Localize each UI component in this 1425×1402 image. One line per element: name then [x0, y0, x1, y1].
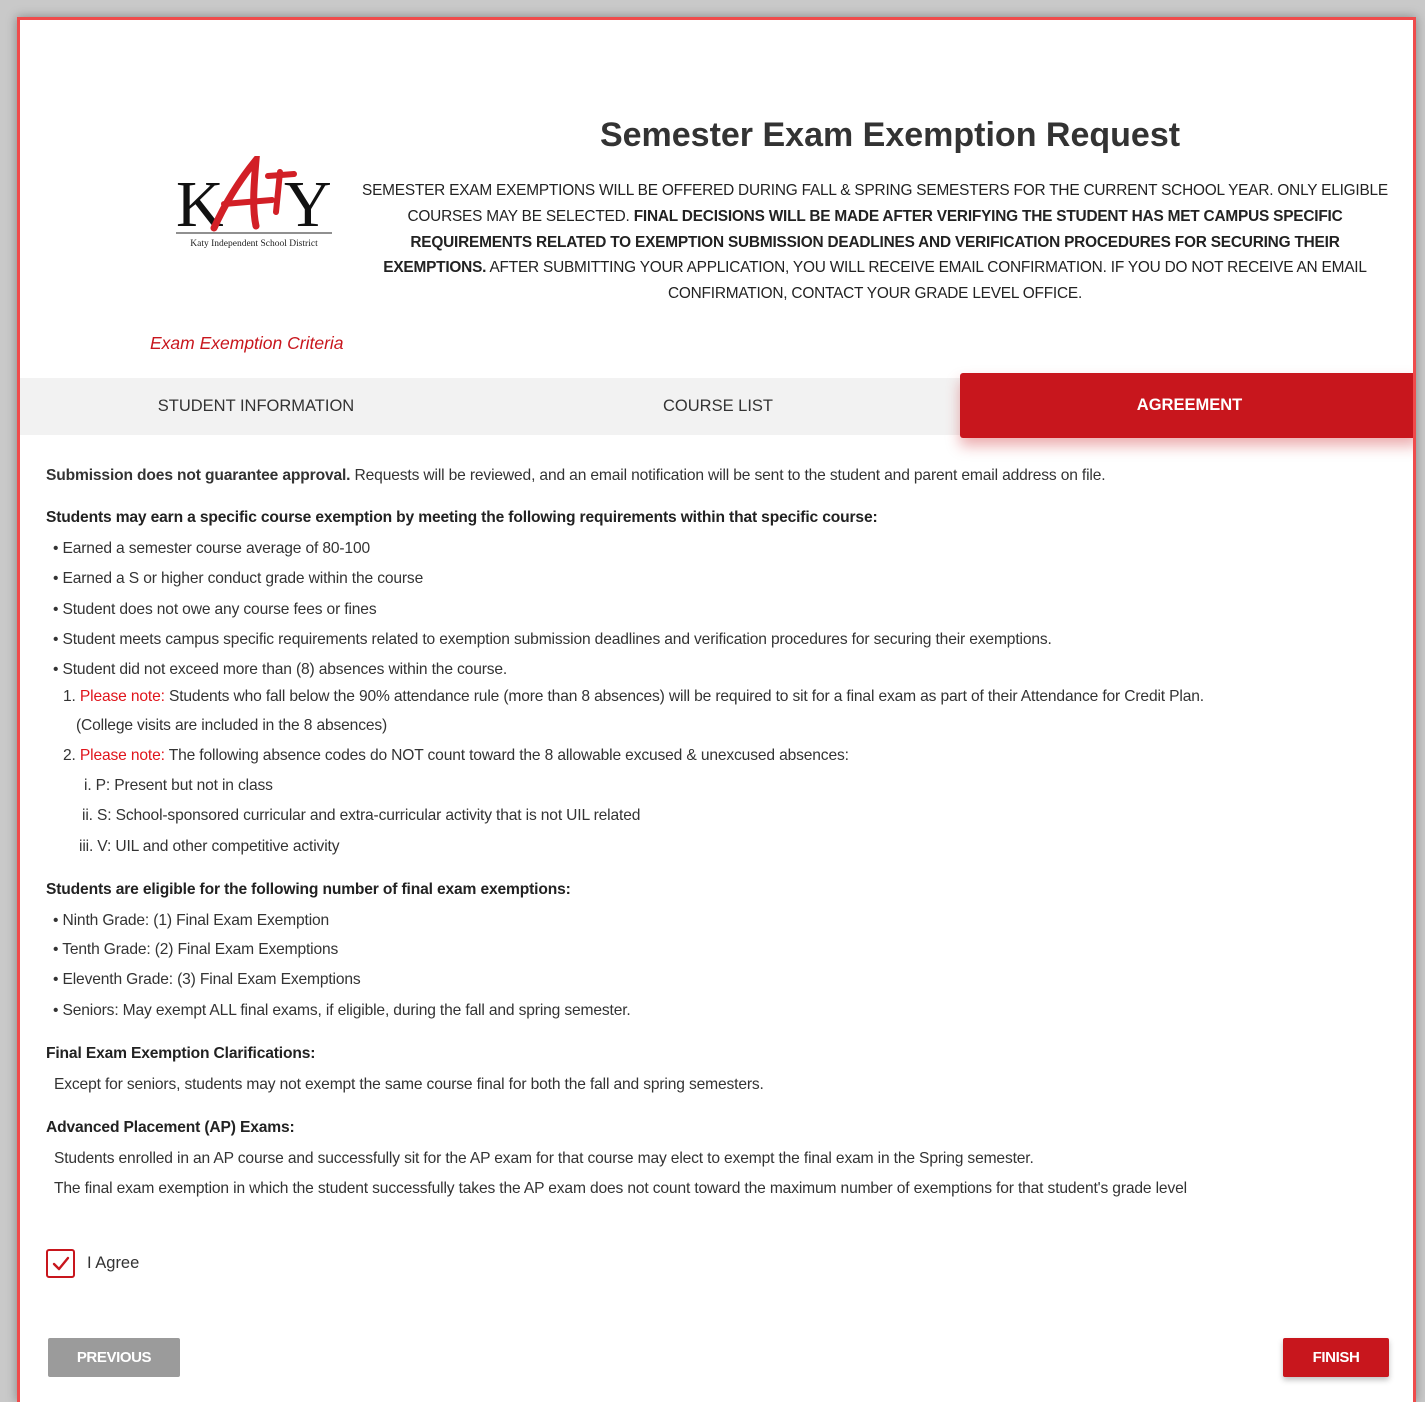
note-1-number: 1.: [63, 688, 80, 706]
requirement-item: • Student did not exceed more than (8) a…: [53, 661, 508, 679]
agree-checkbox[interactable]: [46, 1249, 75, 1278]
eligibility-item: • Eleventh Grade: (3) Final Exam Exempti…: [53, 971, 361, 989]
requirements-heading: Students may earn a specific course exem…: [46, 509, 878, 526]
note-1: 1. Please note: Students who fall below …: [46, 682, 1396, 713]
intro-text: SEMESTER EXAM EXEMPTIONS WILL BE OFFERED…: [362, 178, 1388, 307]
previous-button[interactable]: PREVIOUS: [48, 1338, 180, 1377]
disclaimer-bold: Submission does not guarantee approval.: [46, 467, 351, 484]
eligibility-item: • Seniors: May exempt ALL final exams, i…: [53, 1001, 631, 1019]
page-title: Semester Exam Exemption Request: [599, 116, 1181, 154]
requirement-item: • Earned a S or higher conduct grade wit…: [53, 570, 424, 588]
note-1-label: Please note:: [79, 688, 165, 706]
requirement-item: • Student meets campus specific requirem…: [53, 630, 1052, 648]
finish-button[interactable]: FINISH: [1283, 1338, 1389, 1377]
note-2-label: Please note:: [79, 747, 165, 765]
disclaimer-text: Requests will be reviewed, and an email …: [350, 467, 1106, 484]
agree-checkbox-row: I Agree: [46, 1249, 139, 1278]
disclaimer: Submission does not guarantee approval. …: [46, 466, 1396, 486]
ap-text: Students enrolled in an AP course and su…: [54, 1149, 1034, 1167]
katy-isd-logo: K Y Katy Independent School District: [176, 156, 332, 249]
absence-code-item: i. P: Present but not in class: [84, 776, 273, 794]
ap-heading: Advanced Placement (AP) Exams:: [46, 1118, 295, 1136]
clarifications-heading: Final Exam Exemption Clarifications:: [46, 1045, 316, 1063]
requirement-item: • Student does not owe any course fees o…: [53, 600, 377, 618]
wizard-tab-bar: STUDENT INFORMATION COURSE LIST AGREEMEN…: [20, 373, 1413, 438]
note-2-text: The following absence codes do NOT count…: [164, 747, 849, 765]
tab-course-list[interactable]: COURSE LIST: [492, 378, 944, 435]
absence-code-item: iii. V: UIL and other competitive activi…: [79, 837, 340, 855]
agree-label: I Agree: [87, 1254, 140, 1272]
tab-agreement[interactable]: AGREEMENT: [960, 373, 1413, 438]
tab-student-information[interactable]: STUDENT INFORMATION: [20, 378, 492, 435]
ap-text: The final exam exemption in which the st…: [54, 1180, 1187, 1198]
agreement-content: Submission does not guarantee approval. …: [46, 466, 1396, 1210]
eligibility-item: • Ninth Grade: (1) Final Exam Exemption: [53, 912, 330, 930]
exam-exemption-criteria-link[interactable]: Exam Exemption Criteria: [150, 333, 344, 354]
note-2-number: 2.: [63, 747, 80, 765]
eligibility-item: • Tenth Grade: (2) Final Exam Exemptions: [53, 941, 339, 959]
eligibility-heading: Students are eligible for the following …: [46, 881, 571, 899]
absence-code-item: ii. S: School-sponsored curricular and e…: [82, 807, 641, 825]
intro-part-2: AFTER SUBMITTING YOUR APPLICATION, YOU W…: [486, 259, 1367, 303]
note-2: 2. Please note: The following absence co…: [46, 741, 1396, 772]
checkmark-icon: [52, 1256, 69, 1270]
requirement-item: • Earned a semester course average of 80…: [53, 540, 370, 557]
clarifications-text: Except for seniors, students may not exe…: [54, 1076, 764, 1094]
note-1-continuation: (College visits are included in the 8 ab…: [76, 716, 388, 734]
logo-subtitle: Katy Independent School District: [190, 239, 318, 249]
form-window: K Y Katy Independent School District Sem…: [17, 17, 1416, 1402]
note-1-text: Students who fall below the 90% attendan…: [164, 688, 1204, 706]
logo-letter-y: Y: [284, 168, 332, 241]
